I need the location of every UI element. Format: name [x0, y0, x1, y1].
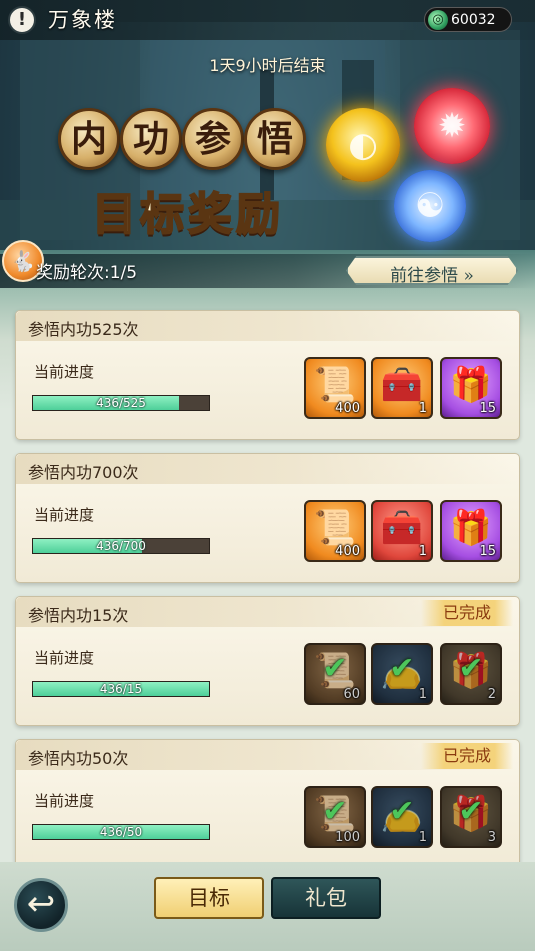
- progress-bar: 436/525: [32, 395, 210, 411]
- completed-badge: 已完成: [421, 743, 513, 769]
- jade-coin-icon: ◎: [428, 10, 448, 30]
- reward-item[interactable]: 📜 400: [304, 500, 366, 562]
- progress-bar: 436/50: [32, 824, 210, 840]
- claimed-check-icon: ✔: [389, 794, 415, 829]
- progress-label: 当前进度: [34, 792, 95, 810]
- event-timer: 1天9小时后结束: [209, 56, 326, 75]
- banner-title-char: 功: [120, 108, 182, 170]
- reward-item[interactable]: 🎁 ✔ 3: [440, 786, 502, 848]
- reward-item[interactable]: 🎁 15: [440, 500, 502, 562]
- gold-orb-icon: ◐: [326, 108, 400, 182]
- reward-item[interactable]: 📜 400: [304, 357, 366, 419]
- progress-value: 436/525: [96, 396, 146, 410]
- reward-item[interactable]: 🧰 1: [371, 500, 433, 562]
- reward-item[interactable]: 🎁 15: [440, 357, 502, 419]
- task-card: 参悟内功50次 已完成当前进度 436/50 📜 ✔ 100 👝 ✔ 1 🎁 ✔ 3: [15, 739, 520, 869]
- progress-label: 当前进度: [34, 649, 95, 667]
- page-title: 万象楼: [48, 8, 117, 32]
- reward-count: 1: [418, 401, 427, 416]
- progress-label: 当前进度: [34, 506, 95, 524]
- progress-bar: 436/15: [32, 681, 210, 697]
- goto-comprehend-button[interactable]: 前往参悟 »: [346, 256, 518, 285]
- reward-count: 400: [335, 544, 360, 559]
- tab-gift-packs[interactable]: 礼包: [271, 877, 381, 919]
- banner-title-char: 内: [58, 108, 120, 170]
- completed-badge: 已完成: [421, 600, 513, 626]
- reward-item[interactable]: 👝 ✔ 1: [371, 643, 433, 705]
- claimed-check-icon: ✔: [389, 651, 415, 686]
- reward-count: 2: [487, 687, 496, 702]
- goto-comprehend-label: 前往参悟 »: [390, 266, 474, 286]
- reward-count: 60: [343, 687, 360, 702]
- progress-value: 436/50: [99, 825, 143, 839]
- reward-item[interactable]: 🎁 ✔ 2: [440, 643, 502, 705]
- reward-count: 15: [479, 544, 496, 559]
- reward-item[interactable]: 🧰 1: [371, 357, 433, 419]
- bottom-bar: [0, 862, 535, 951]
- claimed-check-icon: ✔: [322, 794, 348, 829]
- task-title: 参悟内功700次: [28, 463, 139, 482]
- progress-label: 当前进度: [34, 363, 95, 381]
- task-title: 参悟内功525次: [28, 320, 139, 339]
- progress-bar: 436/700: [32, 538, 210, 554]
- banner-title-char: 参: [182, 108, 244, 170]
- claimed-check-icon: ✔: [322, 651, 348, 686]
- banner-subtitle: 目标奖励: [91, 188, 284, 241]
- reward-count: 1: [418, 830, 427, 845]
- taiji-orb-icon: ☯: [394, 170, 466, 242]
- reward-count: 400: [335, 401, 360, 416]
- task-card: 参悟内功700次当前进度 436/700 📜 400 🧰 1 🎁 15: [15, 453, 520, 583]
- progress-value: 436/15: [99, 682, 143, 696]
- reward-item[interactable]: 📜 ✔ 100: [304, 786, 366, 848]
- tab-goals[interactable]: 目标: [154, 877, 264, 919]
- reward-count: 1: [418, 687, 427, 702]
- claimed-check-icon: ✔: [458, 651, 484, 686]
- reward-item[interactable]: 👝 ✔ 1: [371, 786, 433, 848]
- task-title: 参悟内功15次: [28, 606, 129, 625]
- reward-count: 3: [487, 830, 496, 845]
- currency-display: ◎ 60032: [424, 7, 512, 32]
- task-card: 参悟内功15次 已完成当前进度 436/15 📜 ✔ 60 👝 ✔ 1 🎁 ✔ 2: [15, 596, 520, 726]
- claimed-check-icon: ✔: [458, 794, 484, 829]
- back-arrow-icon[interactable]: ↩: [14, 878, 68, 932]
- progress-value: 436/700: [96, 539, 146, 553]
- reward-round-text: 奖励轮次:1/5: [36, 263, 138, 283]
- banner-title-char: 悟: [244, 108, 306, 170]
- currency-value: 60032: [451, 12, 496, 28]
- reward-count: 1: [418, 544, 427, 559]
- reward-count: 15: [479, 401, 496, 416]
- reward-count: 100: [335, 830, 360, 845]
- task-card: 参悟内功525次当前进度 436/525 📜 400 🧰 1 🎁 15: [15, 310, 520, 440]
- red-orb-icon: ✹: [414, 88, 490, 164]
- reward-item[interactable]: 📜 ✔ 60: [304, 643, 366, 705]
- info-icon[interactable]: !: [8, 6, 36, 34]
- task-title: 参悟内功50次: [28, 749, 129, 768]
